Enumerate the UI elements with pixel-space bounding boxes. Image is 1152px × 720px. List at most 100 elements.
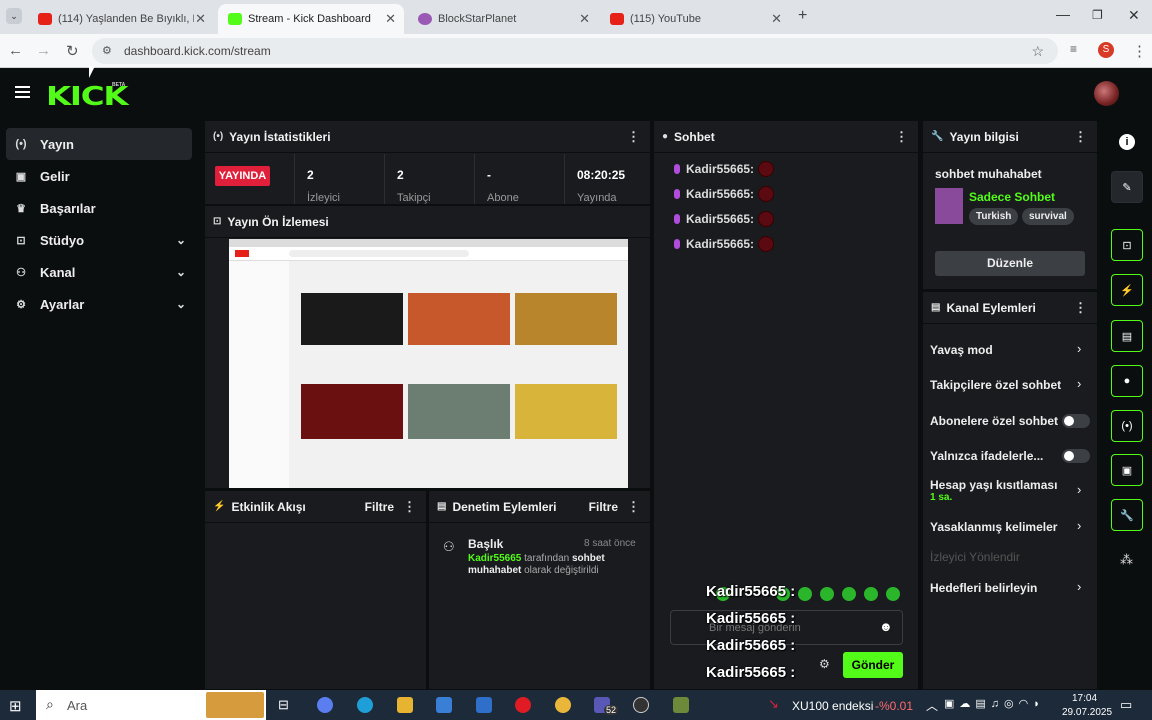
browser-tab-youtube-2[interactable]: (115) YouTube ✕ xyxy=(600,4,790,34)
chevron-right-icon[interactable]: › xyxy=(1077,376,1081,391)
set-goals-option[interactable]: Hedefleri belirleyin xyxy=(930,581,1037,595)
close-window-icon[interactable]: ✕ xyxy=(1128,7,1140,24)
followers-only-option[interactable]: Takipçilere özel sohbet xyxy=(930,378,1061,392)
chrome-icon[interactable] xyxy=(555,697,571,713)
emote-icon[interactable] xyxy=(842,587,856,601)
notifications-icon[interactable]: ▭ xyxy=(1120,697,1132,713)
more-options-icon[interactable]: ⋮ xyxy=(627,129,640,145)
preview-toggle-icon[interactable]: ⊡ xyxy=(1111,229,1143,261)
minecraft-icon[interactable] xyxy=(673,697,689,713)
emotes-only-toggle[interactable] xyxy=(1062,449,1090,463)
chat-message[interactable]: Kadir55665: xyxy=(674,186,775,202)
slow-mode-option[interactable]: Yavaş mod xyxy=(930,343,993,357)
browser-tab-blockstarplanet[interactable]: BlockStarPlanet ✕ xyxy=(408,4,598,34)
overlay-chat-message: Kadir55665 : xyxy=(706,610,795,627)
emote-icon[interactable] xyxy=(820,587,834,601)
user-avatar[interactable] xyxy=(1094,81,1119,106)
close-icon[interactable]: ✕ xyxy=(579,11,590,27)
tag-chip[interactable]: survival xyxy=(1022,208,1074,225)
browser-tab-youtube-1[interactable]: (114) Yaşlanden Be Bıyıklı, Dünd ✕ xyxy=(28,4,214,34)
restore-icon[interactable]: ❐ xyxy=(1092,8,1103,22)
taskbar-search-input[interactable]: ⌕ Ara xyxy=(36,690,266,720)
overlay-username: Kadir55665 : xyxy=(706,637,796,654)
media-icon[interactable]: ≡ xyxy=(1070,42,1077,56)
close-icon[interactable]: ✕ xyxy=(195,11,206,27)
emoji-icon[interactable]: ☻ xyxy=(879,619,893,634)
browser-tab-kick[interactable]: Stream - Kick Dashboard ✕ xyxy=(218,4,404,34)
more-options-icon[interactable]: ⋮ xyxy=(627,499,640,515)
subscribers-only-toggle[interactable] xyxy=(1062,414,1090,428)
file-explorer-icon[interactable] xyxy=(397,697,413,713)
emote-icon[interactable] xyxy=(798,587,812,601)
broadcast-toggle-icon[interactable]: (•) xyxy=(1111,410,1143,442)
site-settings-icon[interactable]: ⚙ xyxy=(102,38,112,64)
new-tab-icon[interactable]: + xyxy=(798,7,807,25)
chat-message[interactable]: Kadir55665: xyxy=(674,236,775,252)
url-input[interactable]: ⚙ dashboard.kick.com/stream ☆ xyxy=(92,38,1058,64)
nav-item-yayin[interactable]: (•) Yayın xyxy=(6,128,192,160)
moderation-toggle-icon[interactable]: ▤ xyxy=(1111,320,1143,352)
edge-icon[interactable] xyxy=(357,697,373,713)
edit-button[interactable]: Düzenle xyxy=(935,251,1085,276)
stream-preview-video[interactable] xyxy=(229,239,628,488)
more-options-icon[interactable]: ⋮ xyxy=(1074,129,1087,145)
banned-words-option[interactable]: Yasaklanmış kelimeler xyxy=(930,520,1057,534)
nav-item-studyo[interactable]: ⊡ Stüdyo ⌄ xyxy=(6,224,192,256)
opera-icon[interactable] xyxy=(515,697,531,713)
chevron-right-icon[interactable]: › xyxy=(1077,341,1081,356)
tray-icons[interactable]: ▣☁▤♫◎◠◗ xyxy=(944,697,1045,710)
mail-icon[interactable] xyxy=(476,697,492,713)
more-options-icon[interactable]: ⋮ xyxy=(895,129,908,145)
nav-item-gelir[interactable]: ▣ Gelir xyxy=(6,160,192,192)
browser-menu-icon[interactable]: ⋮ xyxy=(1132,42,1147,60)
emote-icon[interactable] xyxy=(886,587,900,601)
hamburger-icon[interactable] xyxy=(15,86,30,98)
copilot-icon[interactable] xyxy=(317,697,333,713)
nav-item-kanal[interactable]: ⚇ Kanal ⌄ xyxy=(6,256,192,288)
chevron-right-icon[interactable]: › xyxy=(1077,518,1081,533)
bookmark-star-icon[interactable]: ☆ xyxy=(1031,38,1044,64)
send-button[interactable]: Gönder xyxy=(843,652,903,678)
entry-user[interactable]: Kadir55665 xyxy=(468,553,521,564)
back-icon[interactable]: ← xyxy=(8,42,23,59)
more-options-icon[interactable]: ⋮ xyxy=(1074,300,1087,316)
tag-chip[interactable]: Turkish xyxy=(969,208,1019,225)
chevron-right-icon[interactable]: › xyxy=(1077,482,1081,497)
close-icon[interactable]: ✕ xyxy=(771,11,782,27)
store-icon[interactable] xyxy=(436,697,452,713)
info-icon[interactable]: i xyxy=(1119,134,1135,150)
minimize-icon[interactable]: — xyxy=(1056,6,1070,22)
edit-icon[interactable]: ✎ xyxy=(1111,171,1143,203)
forward-icon[interactable]: → xyxy=(36,42,51,59)
windows-start-icon[interactable]: ⊞ xyxy=(9,697,22,715)
nav-item-ayarlar[interactable]: ⚙ Ayarlar ⌄ xyxy=(6,288,192,320)
category-name[interactable]: Sadece Sohbet xyxy=(969,190,1055,204)
close-icon[interactable]: ✕ xyxy=(385,11,396,27)
tray-chevron-icon[interactable]: ︿ xyxy=(926,697,938,714)
chat-message[interactable]: Kadir55665: xyxy=(674,211,775,227)
filter-button[interactable]: Filtre xyxy=(589,500,618,514)
chat-settings-icon[interactable]: ⚙ xyxy=(819,657,830,671)
profile-avatar[interactable]: S xyxy=(1098,42,1114,58)
left-navigation: (•) Yayın ▣ Gelir ♛ Başarılar ⊡ Stüdyo ⌄… xyxy=(0,120,200,690)
stats-toggle-icon[interactable]: ▣ xyxy=(1111,454,1143,486)
stock-name[interactable]: XU100 endeksi xyxy=(792,699,873,713)
clock-time[interactable]: 17:04 xyxy=(1072,693,1097,704)
obs-icon[interactable] xyxy=(633,697,649,713)
chevron-right-icon[interactable]: › xyxy=(1077,579,1081,594)
more-options-icon[interactable]: ⋮ xyxy=(403,499,416,515)
account-age-option[interactable]: Hesap yaşı kısıtlaması xyxy=(930,478,1057,492)
clock-date[interactable]: 29.07.2025 xyxy=(1062,707,1112,718)
chat-username: Kadir55665: xyxy=(686,237,755,251)
chat-toggle-icon[interactable]: ● xyxy=(1111,365,1143,397)
emote-icon[interactable] xyxy=(864,587,878,601)
layout-icon[interactable]: ⁂ xyxy=(1120,552,1133,568)
nav-item-basarilar[interactable]: ♛ Başarılar xyxy=(6,192,192,224)
task-view-icon[interactable]: ⊟ xyxy=(278,697,294,713)
filter-button[interactable]: Filtre xyxy=(365,500,394,514)
wrench-toggle-icon[interactable]: 🔧 xyxy=(1111,499,1143,531)
tab-search-icon[interactable]: ⌄ xyxy=(6,8,22,24)
chat-message[interactable]: Kadir55665: xyxy=(674,161,775,177)
reload-icon[interactable]: ↻ xyxy=(66,42,79,60)
lightning-toggle-icon[interactable]: ⚡ xyxy=(1111,274,1143,306)
